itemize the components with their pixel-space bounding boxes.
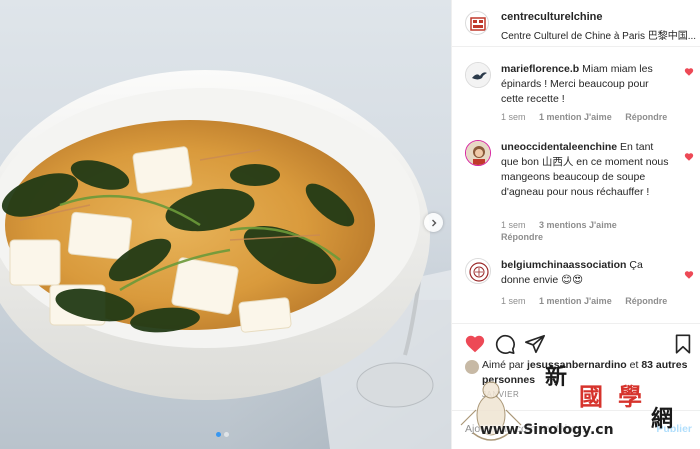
like-button[interactable] <box>464 333 486 355</box>
post-photo[interactable] <box>0 0 451 449</box>
account-username[interactable]: centreculturelchine <box>501 11 602 23</box>
comment-body: uneoccidentaleenchine En tant que bon 山西… <box>501 140 673 200</box>
comment-likes-count[interactable]: 1 mention J'aime <box>539 296 612 306</box>
likes-text: Aimé par jesussanbernardino et 83 autres… <box>482 358 692 388</box>
commenter-avatar[interactable] <box>465 140 491 166</box>
carousel-dot <box>216 432 221 437</box>
profile-photo-icon <box>466 141 490 165</box>
share-icon <box>525 334 545 354</box>
liker-username[interactable]: jesussanbernardino <box>527 359 627 371</box>
comment-like-button[interactable] <box>684 267 694 279</box>
chevron-right-icon <box>431 219 436 226</box>
seal-logo-icon <box>470 17 486 31</box>
comment-like-button[interactable] <box>684 149 694 161</box>
bird-avatar-icon <box>466 63 490 87</box>
comment-meta: 1 sem 3 mentions J'aime <box>501 220 628 230</box>
post-date[interactable]: JANVIER <box>482 390 519 399</box>
comment-time: 1 sem <box>501 296 526 306</box>
comment-username[interactable]: marieflorence.b <box>501 63 579 75</box>
publish-button[interactable]: Publier <box>656 423 692 435</box>
carousel-dot <box>224 432 229 437</box>
comment-body: marieflorence.b Miam miam les épinards !… <box>501 62 673 107</box>
account-avatar[interactable] <box>465 11 489 35</box>
comment-time: 1 sem <box>501 112 526 122</box>
likes-prefix: Aimé par <box>482 359 525 371</box>
likes-summary: Aimé par jesussanbernardino et 83 autres… <box>452 356 700 386</box>
reply-button[interactable]: Répondre <box>625 296 667 306</box>
comment-time: 1 sem <box>501 220 526 230</box>
likes-conj: et <box>629 359 639 371</box>
comment-body: belgiumchinaassociation Ça donne envie 😊… <box>501 258 673 288</box>
comment-meta: Répondre <box>501 232 554 242</box>
heart-icon <box>465 335 485 353</box>
bookmark-icon <box>675 334 691 354</box>
carousel-dots <box>216 432 229 437</box>
reply-button[interactable]: Répondre <box>625 112 667 122</box>
heart-icon <box>684 271 694 279</box>
heart-icon <box>684 153 694 161</box>
post-side-panel: centreculturelchine Centre Culturel de C… <box>451 0 700 449</box>
commenter-avatar[interactable] <box>465 62 491 88</box>
comment-username[interactable]: belgiumchinaassociation <box>501 259 626 271</box>
share-button[interactable] <box>524 333 546 355</box>
next-photo-button[interactable] <box>424 213 443 232</box>
comment-username[interactable]: uneoccidentaleenchine <box>501 141 617 153</box>
comment-meta: 1 sem 1 mention J'aime Répondre <box>501 112 678 122</box>
account-subtitle: Centre Culturel de Chine à Paris 巴黎中国... <box>501 31 696 42</box>
soup-image <box>0 70 451 449</box>
comment-button[interactable] <box>494 333 516 355</box>
heart-icon <box>684 68 694 76</box>
comment-icon <box>495 334 515 354</box>
comment-meta: 1 sem 1 mention J'aime Répondre <box>501 296 678 306</box>
watermark-url: www.Sinology.cn <box>480 422 614 438</box>
commenter-avatar[interactable] <box>465 258 491 284</box>
comment-likes-count[interactable]: 3 mentions J'aime <box>539 220 617 230</box>
comment-likes-count[interactable]: 1 mention J'aime <box>539 112 612 122</box>
reply-button[interactable]: Répondre <box>501 232 543 242</box>
liker-avatar[interactable] <box>465 360 479 374</box>
association-logo-icon <box>466 259 490 283</box>
post-header: centreculturelchine Centre Culturel de C… <box>452 0 700 47</box>
save-button[interactable] <box>672 333 694 355</box>
comment-like-button[interactable] <box>684 64 694 76</box>
